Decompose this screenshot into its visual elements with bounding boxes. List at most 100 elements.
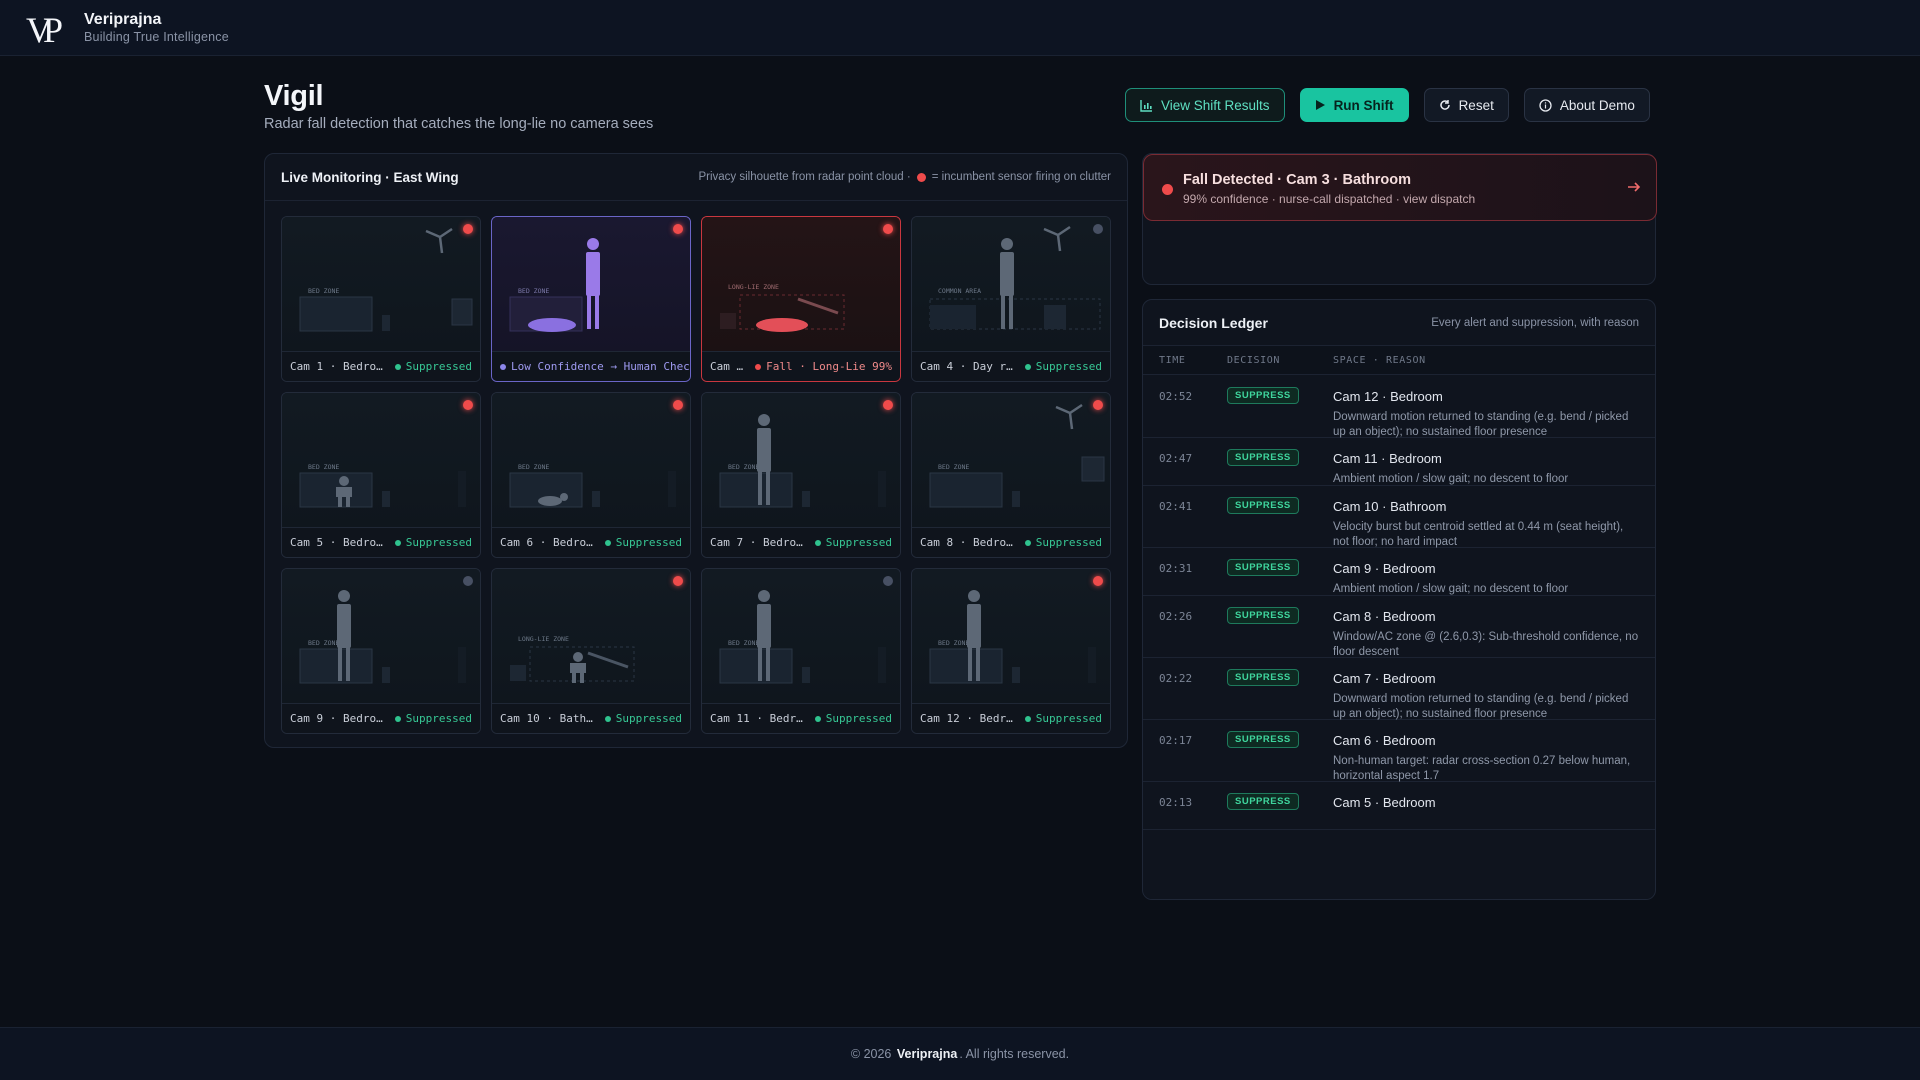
alert-panel: Fall Detected · Cam 3 · Bathroom 99% con…: [1142, 153, 1657, 285]
radar-scene: BED ZONE: [282, 569, 480, 703]
radar-scene: BED ZONE: [492, 217, 690, 351]
camera-label: Cam 5 · Bedroom: [290, 536, 387, 549]
reset-label: Reset: [1458, 97, 1494, 113]
ledger-row[interactable]: 02:41 SUPPRESS Cam 10 · Bathroom Velocit…: [1143, 486, 1655, 548]
row-space: Cam 5 · Bedroom: [1333, 795, 1436, 810]
camera-tile-10[interactable]: LONG-LIE ZONE Cam 10 · Bathr… Suppressed: [491, 568, 691, 734]
camera-tile-5[interactable]: BED ZONE Cam 5 · Bedroom Suppressed: [281, 392, 481, 558]
bedroom-scene-icon: BED ZONE: [299, 227, 473, 332]
incumbent-sensor-indicator: [1093, 576, 1103, 586]
footer-rights: . All rights reserved.: [959, 1047, 1070, 1061]
decision-badge: SUPPRESS: [1227, 559, 1299, 576]
svg-text:BED ZONE: BED ZONE: [308, 463, 339, 471]
svg-text:BED ZONE: BED ZONE: [728, 639, 759, 647]
decision-ledger[interactable]: Decision Ledger Every alert and suppress…: [1142, 299, 1656, 900]
top-bar: V P Veriprajna Building True Intelligenc…: [0, 0, 1920, 56]
radar-scene: BED ZONE: [282, 217, 480, 351]
camera-grid: BED ZONE Cam 1 · Bedroom Suppressed BED …: [281, 216, 1111, 734]
camera-caption: Cam 6 · Bedroom Suppressed: [492, 527, 690, 557]
ledger-row[interactable]: 02:31 SUPPRESS Cam 9 · Bedroom Ambient m…: [1143, 548, 1655, 596]
run-shift-button[interactable]: Run Shift: [1299, 88, 1409, 122]
ledger-note: Every alert and suppression, with reason: [1431, 316, 1639, 329]
row-reason: Downward motion returned to standing (e.…: [1333, 693, 1629, 720]
svg-text:BED ZONE: BED ZONE: [728, 463, 759, 471]
veriprajna-logo-icon[interactable]: V P: [26, 9, 74, 47]
incumbent-sensor-indicator: [463, 224, 473, 234]
ledger-row[interactable]: 02:22 SUPPRESS Cam 7 · Bedroom Downward …: [1143, 658, 1655, 720]
bedroom-scene-icon: BED ZONE: [929, 403, 1105, 508]
incumbent-sensor-dot-icon: [916, 172, 926, 182]
legend-text-2: = incumbent sensor firing on clutter: [931, 171, 1111, 183]
about-demo-label: About Demo: [1559, 97, 1635, 113]
camera-caption: Cam 3 … Fall · Long-Lie 99%: [702, 351, 900, 381]
row-time: 02:17: [1159, 734, 1193, 747]
status-badge: Suppressed: [1024, 536, 1102, 549]
svg-text:BED ZONE: BED ZONE: [308, 639, 339, 647]
row-reason: Downward motion returned to standing (e.…: [1333, 411, 1629, 438]
bedroom-scene-icon: BED ZONE: [719, 414, 886, 508]
status-badge: Suppressed: [604, 536, 682, 549]
brand: Veriprajna Building True Intelligence: [84, 10, 229, 45]
ledger-row[interactable]: 02:52 SUPPRESS Cam 12 · Bedroom Downward…: [1143, 376, 1655, 438]
camera-tile-8[interactable]: BED ZONE Cam 8 · Bedroom Suppressed: [911, 392, 1111, 558]
status-badge: Suppressed: [394, 360, 472, 373]
radar-scene: COMMON AREA: [912, 217, 1110, 351]
fall-alert-card[interactable]: Fall Detected · Cam 3 · Bathroom 99% con…: [1143, 154, 1657, 221]
ceiling-fan-icon: [425, 227, 453, 254]
row-time: 02:26: [1159, 610, 1193, 623]
camera-tile-9[interactable]: BED ZONE Cam 9 · Bedroom Suppressed: [281, 568, 481, 734]
info-icon: [1539, 98, 1552, 112]
footer: © 2026 Veriprajna. All rights reserved.: [0, 1027, 1920, 1080]
svg-text:COMMON AREA: COMMON AREA: [938, 287, 981, 295]
status-badge: Suppressed: [604, 712, 682, 725]
bedroom-scene-icon: BED ZONE: [929, 590, 1096, 684]
status-badge: Suppressed: [394, 536, 472, 549]
arrow-right-icon[interactable]: [1626, 179, 1642, 195]
camera-tile-2[interactable]: BED ZONE Low Confidence → Human Check: [491, 216, 691, 382]
radar-scene: BED ZONE: [702, 569, 900, 703]
status-badge: Low Confidence → Human Check: [500, 360, 690, 373]
page-title: Vigil: [264, 80, 324, 112]
ledger-row[interactable]: 02:26 SUPPRESS Cam 8 · Bedroom Window/AC…: [1143, 596, 1655, 658]
view-shift-results-button[interactable]: View Shift Results: [1125, 88, 1285, 122]
camera-caption: Cam 7 · Bedroom Suppressed: [702, 527, 900, 557]
decision-badge: SUPPRESS: [1227, 387, 1299, 404]
row-space: Cam 9 · Bedroom: [1333, 561, 1436, 576]
row-time: 02:31: [1159, 562, 1193, 575]
alert-title: Fall Detected · Cam 3 · Bathroom: [1183, 172, 1412, 188]
column-reason: SPACE · REASON: [1333, 354, 1426, 366]
live-monitoring-header: Live Monitoring · East Wing Privacy silh…: [265, 154, 1127, 201]
camera-tile-1[interactable]: BED ZONE Cam 1 · Bedroom Suppressed: [281, 216, 481, 382]
ledger-row[interactable]: 02:47 SUPPRESS Cam 11 · Bedroom Ambient …: [1143, 438, 1655, 486]
camera-tile-6[interactable]: BED ZONE Cam 6 · Bedroom Suppressed: [491, 392, 691, 558]
incumbent-sensor-indicator: [673, 576, 683, 586]
incumbent-sensor-indicator: [673, 400, 683, 410]
ledger-row[interactable]: 02:13 SUPPRESS Cam 5 · Bedroom: [1143, 782, 1655, 830]
footer-brand[interactable]: Veriprajna: [897, 1047, 957, 1061]
camera-label: Cam 1 · Bedroom: [290, 360, 387, 373]
decision-badge: SUPPRESS: [1227, 669, 1299, 686]
row-space: Cam 6 · Bedroom: [1333, 733, 1436, 748]
svg-text:BED ZONE: BED ZONE: [938, 463, 969, 471]
row-reason: Non-human target: radar cross-section 0.…: [1333, 755, 1631, 782]
ledger-row[interactable]: 02:17 SUPPRESS Cam 6 · Bedroom Non-human…: [1143, 720, 1655, 782]
legend-text: Privacy silhouette from radar point clou…: [698, 171, 911, 183]
camera-caption: Low Confidence → Human Check: [492, 351, 690, 381]
svg-text:BED ZONE: BED ZONE: [938, 639, 969, 647]
reset-button[interactable]: Reset: [1423, 88, 1509, 122]
footer-copyright: © 2026: [850, 1047, 892, 1061]
row-space: Cam 11 · Bedroom: [1333, 451, 1442, 466]
camera-tile-3[interactable]: LONG-LIE ZONE Cam 3 … Fall · Long-Lie 99…: [701, 216, 901, 382]
alert-dot-icon: [1162, 184, 1173, 195]
camera-tile-7[interactable]: BED ZONE Cam 7 · Bedroom Suppressed: [701, 392, 901, 558]
camera-label: Cam 9 · Bedroom: [290, 712, 387, 725]
incumbent-sensor-indicator: [673, 224, 683, 234]
camera-tile-12[interactable]: BED ZONE Cam 12 · Bedro… Suppressed: [911, 568, 1111, 734]
about-demo-button[interactable]: About Demo: [1523, 88, 1650, 122]
live-monitoring-title: Live Monitoring · East Wing: [281, 169, 459, 185]
alert-subtitle: 99% confidence · nurse-call dispatched ·…: [1183, 192, 1476, 206]
camera-tile-4[interactable]: COMMON AREA Cam 4 · Day ro… Suppressed: [911, 216, 1111, 382]
camera-caption: Cam 4 · Day ro… Suppressed: [912, 351, 1110, 381]
camera-tile-11[interactable]: BED ZONE Cam 11 · Bedro… Suppressed: [701, 568, 901, 734]
status-badge: Suppressed: [1024, 360, 1102, 373]
